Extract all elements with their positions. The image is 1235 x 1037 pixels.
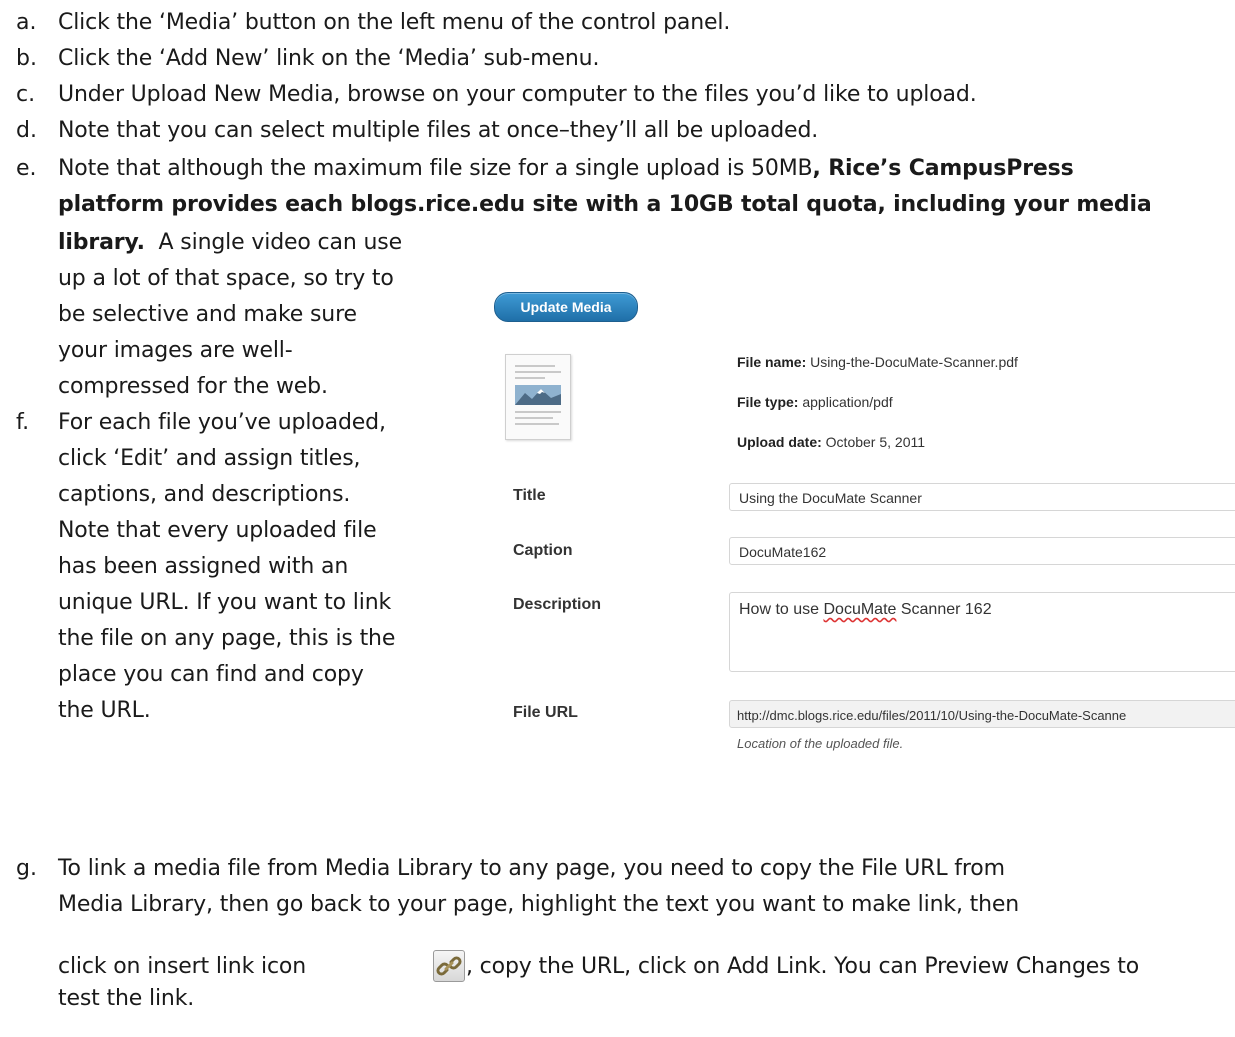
description-label: Description [513, 596, 602, 613]
step-e-cont-2: be selective and make sure [58, 302, 357, 327]
step-f-line-0: For each file you’ve uploaded, [58, 410, 386, 435]
description-textarea[interactable]: How to use DocuMate Scanner 162 [729, 592, 1235, 672]
upload-date-value: October 5, 2011 [825, 434, 926, 450]
file-type-label: File type: [737, 394, 799, 410]
update-media-button[interactable]: Update Media [494, 292, 638, 322]
step-a-marker: a. [16, 10, 37, 35]
description-text-post: Scanner 162 [896, 601, 992, 618]
step-e-line-3: library. A single video can use [58, 228, 402, 258]
step-g-line-4: test the link. [58, 986, 195, 1011]
step-e-line-1: Note that although the maximum file size… [58, 154, 1074, 184]
file-type-row: File type: application/pdf [737, 394, 893, 410]
step-f-line-5: unique URL. If you want to link [58, 590, 392, 615]
step-b-text: Click the ‘Add New’ link on the ‘Media’ … [58, 46, 600, 71]
step-e-cont-0: A single video can use [158, 230, 403, 255]
step-g-marker: g. [16, 856, 37, 881]
caption-input[interactable]: DocuMate162 [729, 537, 1235, 565]
step-e-bold-3: library. [58, 230, 145, 255]
title-input[interactable]: Using the DocuMate Scanner [729, 483, 1235, 511]
chain-link-icon[interactable] [433, 950, 465, 982]
upload-date-row: Upload date: October 5, 2011 [737, 434, 925, 450]
step-f-line-8: the URL. [58, 698, 151, 723]
step-f-line-4: has been assigned with an [58, 554, 349, 579]
step-e-bold-1: , Rice’s CampusPress [812, 156, 1074, 181]
mountain-image-icon [515, 385, 561, 405]
step-g-line-2: Media Library, then go back to your page… [58, 892, 1020, 917]
step-a-text: Click the ‘Media’ button on the left men… [58, 10, 731, 35]
step-e-bold-2: platform provides each blogs.rice.edu si… [58, 192, 1152, 217]
caption-label: Caption [513, 542, 573, 559]
step-e-cont-3: your images are well- [58, 338, 293, 363]
step-f-line-6: the file on any page, this is the [58, 626, 396, 651]
step-f-line-3: Note that every uploaded file [58, 518, 377, 543]
step-e-cont-4: compressed for the web. [58, 374, 328, 399]
step-g-line-3a: click on insert link icon [58, 954, 307, 979]
pdf-document-thumbnail-icon [505, 354, 571, 440]
step-g-line-3b: , copy the URL, click on Add Link. You c… [466, 954, 1140, 979]
description-misspelled-word: DocuMate [823, 601, 897, 618]
file-name-row: File name: Using-the-DocuMate-Scanner.pd… [737, 354, 1018, 370]
file-type-value: application/pdf [802, 394, 893, 410]
step-f-line-7: place you can find and copy [58, 662, 364, 687]
file-url-label: File URL [513, 704, 578, 721]
step-e-text: Note that although the maximum file size… [58, 156, 813, 181]
step-d-text: Note that you can select multiple files … [58, 118, 819, 143]
upload-date-label: Upload date: [737, 434, 822, 450]
file-url-input[interactable]: http://dmc.blogs.rice.edu/files/2011/10/… [729, 700, 1235, 728]
file-name-value: Using-the-DocuMate-Scanner.pdf [810, 354, 1018, 370]
step-f-marker: f. [16, 410, 30, 435]
step-f-line-1: click ‘Edit’ and assign titles, [58, 446, 361, 471]
step-g-line-1: To link a media file from Media Library … [58, 856, 1005, 881]
file-url-hint: Location of the uploaded file. [737, 736, 904, 751]
file-name-label: File name: [737, 354, 807, 370]
step-b-marker: b. [16, 46, 37, 71]
step-d-marker: d. [16, 118, 37, 143]
step-e-cont-1: up a lot of that space, so try to [58, 266, 394, 291]
step-e-marker: e. [16, 156, 37, 181]
description-text-pre: How to use [739, 601, 824, 618]
step-c-marker: c. [16, 82, 36, 107]
title-label: Title [513, 487, 546, 504]
instruction-document: a. Click the ‘Media’ button on the left … [0, 0, 1235, 1037]
step-c-text: Under Upload New Media, browse on your c… [58, 82, 977, 107]
step-f-line-2: captions, and descriptions. [58, 482, 351, 507]
